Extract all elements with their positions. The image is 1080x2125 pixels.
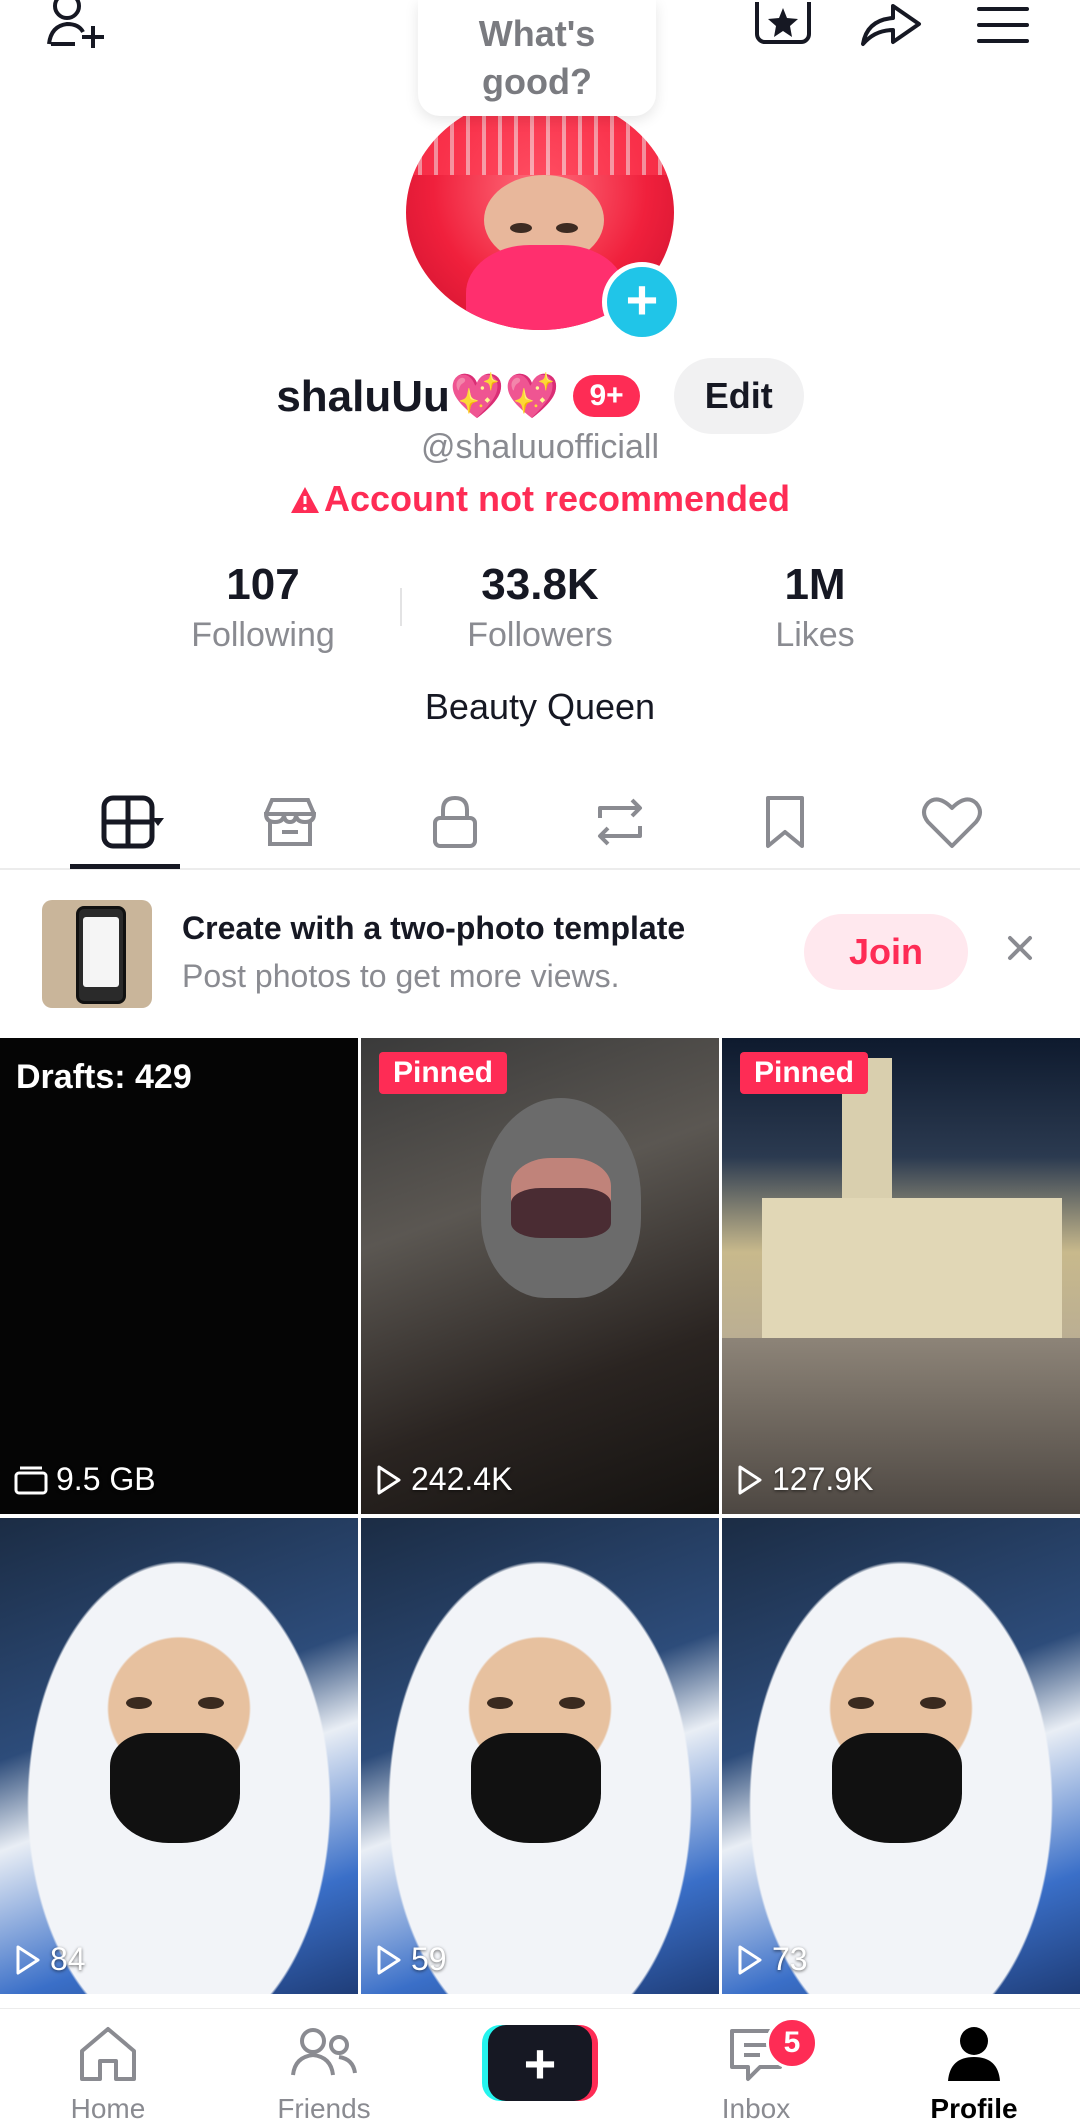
- bottom-nav: Home Friends + 5 Inbox Profile: [0, 2008, 1080, 2124]
- join-button[interactable]: Join: [804, 914, 968, 990]
- friends-icon: [291, 2028, 357, 2076]
- profile-icon: [948, 2027, 1000, 2081]
- stat-value: 1M: [784, 560, 846, 609]
- join-label: Join: [848, 931, 923, 972]
- lock-icon: [433, 795, 477, 848]
- view-count: 59: [375, 1941, 447, 1978]
- share-button[interactable]: [856, 0, 926, 50]
- stat-value: 107: [226, 560, 300, 609]
- home-icon: [80, 2027, 136, 2081]
- view-count-text: 242.4K: [411, 1461, 513, 1497]
- inbox-badge: 5: [766, 2017, 818, 2069]
- favorites-button[interactable]: [748, 0, 818, 50]
- warning-icon: [290, 487, 319, 513]
- view-count: 73: [736, 1941, 808, 1978]
- tab-videos[interactable]: [70, 776, 180, 868]
- storage-icon: [14, 1466, 48, 1494]
- video-tile[interactable]: Pinned 127.9K: [722, 1038, 1080, 1514]
- account-warning[interactable]: Account not recommended: [0, 478, 1080, 520]
- bookmark-icon: [766, 796, 804, 848]
- profile-handle: @shaluuofficiall: [420, 428, 660, 466]
- video-tile[interactable]: 73: [722, 1518, 1080, 1994]
- tab-private[interactable]: [400, 776, 510, 868]
- plus-icon: +: [523, 2031, 557, 2095]
- nav-label: Inbox: [721, 2093, 791, 2124]
- nav-home[interactable]: Home: [28, 2009, 188, 2124]
- create-button[interactable]: +: [482, 2025, 598, 2101]
- nav-label: Profile: [930, 2093, 1018, 2124]
- pinned-badge: Pinned: [379, 1052, 508, 1094]
- promo-title: Create with a two-photo template: [182, 910, 686, 946]
- nav-inbox[interactable]: 5 Inbox: [676, 2009, 836, 2124]
- menu-icon: [977, 7, 1029, 43]
- play-icon: [377, 1465, 401, 1494]
- drafts-size-text: 9.5 GB: [56, 1461, 156, 1497]
- add-story-button[interactable]: +: [602, 262, 682, 342]
- edit-label: Edit: [704, 375, 773, 416]
- template-promo-banner[interactable]: Create with a two-photo template Post ph…: [0, 870, 1080, 1036]
- favorites-icon: [755, 2, 811, 44]
- close-icon[interactable]: [1002, 930, 1038, 966]
- profile-bio: Beauty Queen: [424, 686, 656, 727]
- stat-followers[interactable]: 33.8K Followers: [430, 560, 650, 655]
- view-count-text: 59: [411, 1941, 447, 1977]
- stat-label: Following: [191, 616, 335, 654]
- play-icon: [16, 1945, 40, 1974]
- drafts-size: 9.5 GB: [14, 1461, 156, 1498]
- tab-favorites[interactable]: [730, 776, 840, 868]
- stat-likes[interactable]: 1M Likes: [705, 560, 925, 655]
- video-tile[interactable]: Pinned 242.4K: [361, 1038, 719, 1514]
- play-icon: [738, 1945, 762, 1974]
- view-count-text: 84: [50, 1941, 86, 1977]
- video-tile[interactable]: 84: [0, 1518, 358, 1994]
- stat-following[interactable]: 107 Following: [153, 560, 373, 655]
- nav-friends[interactable]: Friends: [244, 2009, 404, 2124]
- stat-value: 33.8K: [481, 560, 599, 609]
- notification-badge: 9+: [573, 375, 640, 417]
- stat-label: Followers: [467, 616, 613, 654]
- active-tab-indicator: [70, 864, 180, 869]
- menu-button[interactable]: [968, 0, 1038, 50]
- nav-profile[interactable]: Profile: [894, 2009, 1054, 2124]
- view-count-text: 127.9K: [772, 1461, 874, 1497]
- promo-thumbnail: [42, 900, 152, 1008]
- view-count: 242.4K: [375, 1461, 512, 1498]
- warning-text: Account not recommended: [323, 478, 791, 519]
- pinned-badge: Pinned: [740, 1052, 869, 1094]
- play-icon: [738, 1465, 762, 1494]
- share-icon: [861, 4, 921, 46]
- status-bubble[interactable]: What's good?: [418, 0, 656, 116]
- person-plus-icon: [47, 0, 104, 48]
- add-friend-button[interactable]: [42, 0, 112, 50]
- status-bubble-text: What's good?: [478, 13, 596, 102]
- nav-label: Home: [70, 2093, 146, 2124]
- view-count-text: 73: [772, 1941, 808, 1977]
- heart-icon: [922, 797, 982, 848]
- view-count: 127.9K: [736, 1461, 873, 1498]
- nav-label: Friends: [277, 2093, 371, 2124]
- content-tabs: [0, 776, 1080, 870]
- tab-reposts[interactable]: [565, 776, 675, 868]
- shop-icon: [263, 798, 317, 846]
- stat-label: Likes: [775, 616, 855, 654]
- stat-divider: [400, 588, 402, 626]
- repost-icon: [598, 798, 642, 846]
- tab-liked[interactable]: [897, 776, 1007, 868]
- drafts-tile[interactable]: Drafts: 429 9.5 GB: [0, 1038, 358, 1514]
- promo-subtitle: Post photos to get more views.: [182, 958, 620, 994]
- tab-shop[interactable]: [235, 776, 345, 868]
- edit-profile-button[interactable]: Edit: [673, 358, 804, 434]
- drafts-label: Drafts: 429: [16, 1058, 192, 1096]
- play-icon: [377, 1945, 401, 1974]
- video-tile[interactable]: 59: [361, 1518, 719, 1994]
- username: shaluUu💖💖: [276, 372, 560, 421]
- grid-icon: [101, 795, 164, 849]
- view-count: 84: [14, 1941, 86, 1978]
